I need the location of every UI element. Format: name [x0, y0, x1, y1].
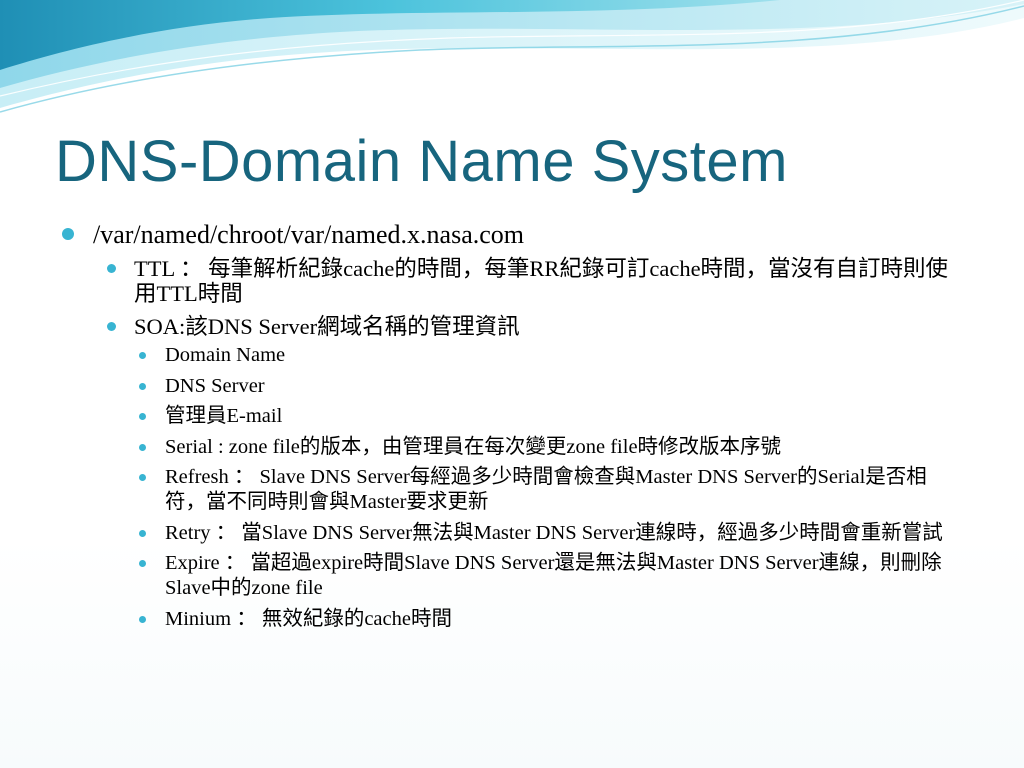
bullet-dot-icon [107, 264, 116, 273]
slide: DNS-Domain Name System /var/named/chroot… [0, 0, 1024, 768]
bullet-item-serial: Serial : zone file的版本，由管理員在每次變更zone file… [139, 435, 962, 460]
bullet-text: TTL ： 每筆解析紀錄cache的時間，每筆RR紀錄可訂cache時間，當沒有… [134, 256, 949, 306]
bullet-list-level-1: /var/named/chroot/var/named.x.nasa.com T… [62, 218, 962, 632]
bullet-list-level-2: TTL ： 每筆解析紀錄cache的時間，每筆RR紀錄可訂cache時間，當沒有… [107, 256, 962, 632]
bullet-text: Expire ： 當超過expire時間Slave DNS Server還是無法… [165, 552, 942, 599]
bullet-list-level-3: Domain Name DNS Server 管理員E-mail Serial … [139, 343, 962, 632]
bullet-text: Refresh ： Slave DNS Server每經過多少時間會檢查與Mas… [165, 466, 927, 513]
bullet-item-dns-server: DNS Server [139, 374, 962, 399]
bullet-text: 管理員E-mail [165, 405, 283, 427]
bullet-item: /var/named/chroot/var/named.x.nasa.com T… [62, 218, 962, 632]
bullet-dot-icon [139, 352, 146, 359]
bullet-dot-icon [139, 529, 146, 537]
bullet-item-retry: Retry ： 當Slave DNS Server無法與Master DNS S… [139, 521, 962, 546]
bullet-item-minium: Minium ： 無效紀錄的cache時間 [139, 607, 962, 632]
bullet-dot-icon [139, 382, 146, 390]
bullet-text: DNS Server [165, 374, 265, 397]
bullet-text: Retry ： 當Slave DNS Server無法與Master DNS S… [165, 521, 943, 544]
bullet-item-expire: Expire ： 當超過expire時間Slave DNS Server還是無法… [139, 551, 962, 601]
bullet-text: Serial : zone file的版本，由管理員在每次變更zone file… [165, 435, 782, 458]
bullet-dot-icon [139, 413, 146, 420]
bullet-item-soa: SOA:該DNS Server網域名稱的管理資訊 Domain Name DNS… [107, 314, 962, 632]
bullet-dot-icon [139, 615, 146, 623]
bullet-item-refresh: Refresh ： Slave DNS Server每經過多少時間會檢查與Mas… [139, 465, 962, 515]
bullet-dot-icon [139, 474, 146, 481]
slide-title: DNS-Domain Name System [55, 129, 788, 194]
bullet-dot-icon [139, 443, 146, 451]
bullet-text: Minium ： 無效紀錄的cache時間 [165, 607, 452, 630]
bullet-item-ttl: TTL ： 每筆解析紀錄cache的時間，每筆RR紀錄可訂cache時間，當沒有… [107, 256, 962, 306]
bullet-dot-icon [107, 322, 116, 331]
bullet-dot-icon [139, 560, 146, 567]
bullet-item-domain-name: Domain Name [139, 343, 962, 368]
decorative-wave-header [0, 0, 1024, 113]
bullet-content: /var/named/chroot/var/named.x.nasa.com T… [62, 218, 962, 640]
bullet-text: /var/named/chroot/var/named.x.nasa.com [93, 220, 525, 249]
bullet-text: Domain Name [165, 344, 286, 366]
bullet-item-admin-email: 管理員E-mail [139, 404, 962, 429]
bullet-dot-icon [62, 228, 74, 240]
bullet-text: SOA:該DNS Server網域名稱的管理資訊 [134, 314, 520, 339]
